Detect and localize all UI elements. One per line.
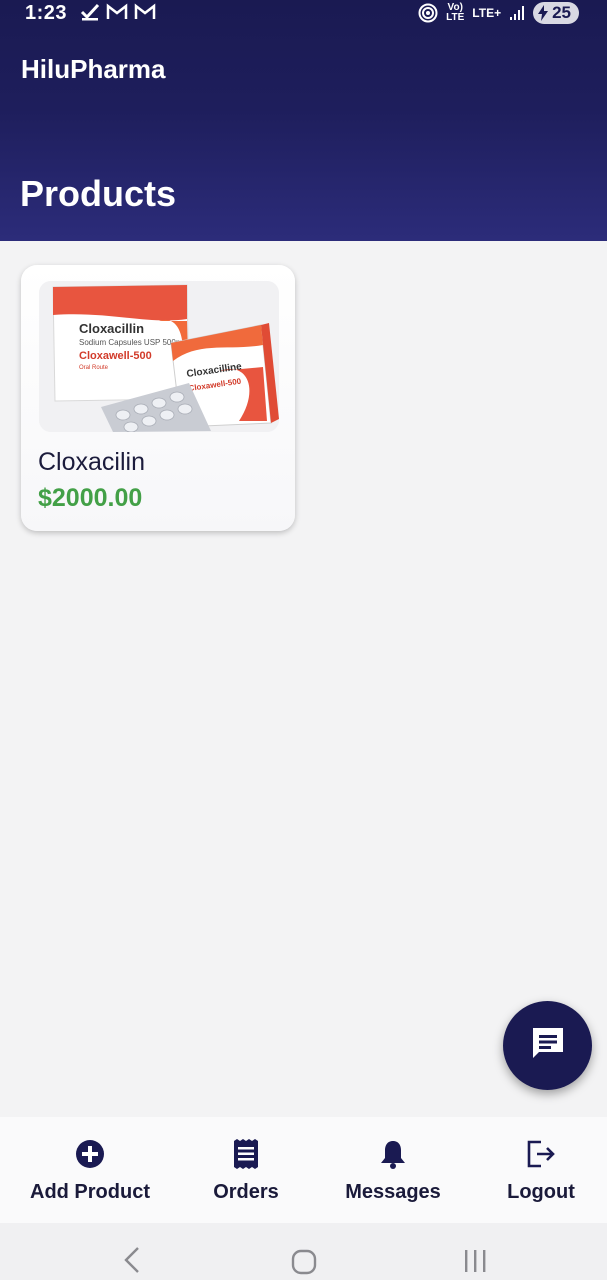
add-circle-icon xyxy=(75,1137,105,1171)
chat-fab-button[interactable] xyxy=(503,1001,592,1090)
nav-logout[interactable]: Logout xyxy=(506,1137,576,1204)
nav-label-messages: Messages xyxy=(345,1181,441,1203)
lte-plus-label: LTE+ xyxy=(472,6,502,20)
logout-icon xyxy=(525,1137,557,1171)
home-icon[interactable] xyxy=(290,1248,318,1280)
gmail-icon xyxy=(134,3,156,21)
check-icon xyxy=(80,3,100,21)
recents-icon[interactable] xyxy=(462,1247,488,1280)
nav-label-add-product: Add Product xyxy=(30,1181,150,1203)
battery-indicator: 25 xyxy=(533,2,579,24)
lte-label: LTE xyxy=(446,12,465,23)
svg-text:Sodium Capsules USP 500mg: Sodium Capsules USP 500mg xyxy=(79,338,187,347)
chat-icon xyxy=(529,1024,567,1067)
svg-text:Cloxacillin: Cloxacillin xyxy=(79,321,144,336)
svg-text:Cloxawell-500: Cloxawell-500 xyxy=(79,350,152,362)
nav-add-product[interactable]: Add Product xyxy=(30,1137,150,1204)
charging-icon xyxy=(538,5,549,21)
nav-label-orders: Orders xyxy=(213,1181,279,1203)
system-navigation-bar xyxy=(0,1223,607,1280)
nav-label-logout: Logout xyxy=(507,1181,575,1203)
volte-indicator: Vo) LTE xyxy=(446,3,464,23)
status-bar: 1:23 Vo) LTE LTE+ 25 xyxy=(0,0,607,26)
notification-icons xyxy=(80,3,156,21)
product-price: $2000.00 xyxy=(38,484,143,512)
product-image: Cloxacillin Sodium Capsules USP 500mg Cl… xyxy=(39,281,279,432)
battery-level: 25 xyxy=(552,3,571,22)
back-icon[interactable] xyxy=(120,1245,144,1280)
nav-messages[interactable]: Messages xyxy=(343,1137,443,1204)
gmail-icon xyxy=(106,3,128,21)
svg-text:Oral Route: Oral Route xyxy=(79,365,109,371)
page-title: Products xyxy=(20,173,177,214)
status-right: Vo) LTE LTE+ 25 xyxy=(418,2,579,24)
signal-icon xyxy=(509,5,525,21)
nav-orders[interactable]: Orders xyxy=(206,1137,286,1204)
product-name: Cloxacilin xyxy=(38,448,145,476)
lte-plus-indicator: LTE+ xyxy=(472,6,502,20)
bottom-navigation: Add Product Orders Messages Logout xyxy=(0,1117,607,1223)
status-time: 1:23 xyxy=(25,2,68,24)
app-title: HiluPharma xyxy=(21,54,166,84)
bell-icon xyxy=(379,1137,407,1171)
app-header: 1:23 Vo) LTE LTE+ 25 HiluPharma Products xyxy=(0,0,607,241)
hotspot-icon xyxy=(418,3,438,23)
receipt-icon xyxy=(232,1137,260,1171)
